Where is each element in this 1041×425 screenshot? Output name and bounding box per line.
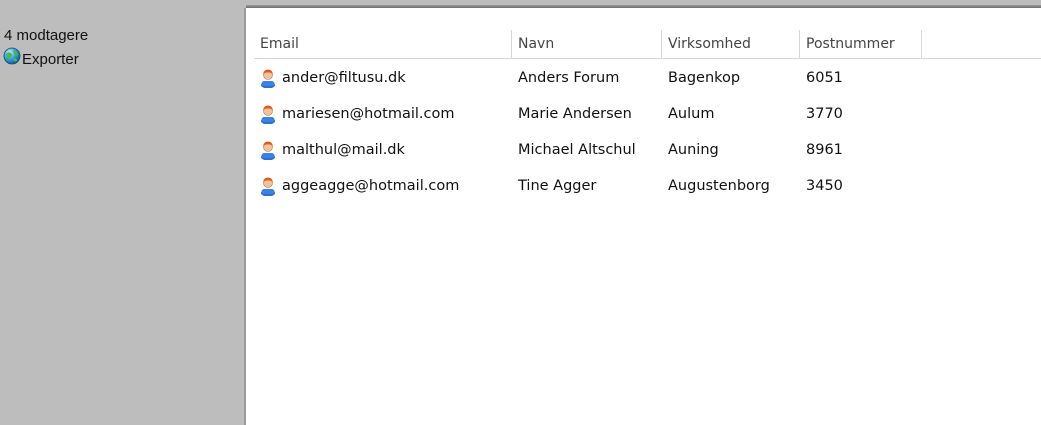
export-button[interactable]: Exporter xyxy=(3,47,79,70)
company-cell: Bagenkop xyxy=(668,70,741,86)
company-cell: Aulum xyxy=(668,106,715,122)
email-text: malthul@mail.dk xyxy=(282,142,405,158)
postcode-cell: 3770 xyxy=(806,106,843,122)
column-header-postnummer[interactable]: Postnummer xyxy=(800,30,922,58)
column-header-virksomhed[interactable]: Virksomhed xyxy=(662,30,800,58)
table-header: Email Navn Virksomhed Postnummer xyxy=(254,30,1041,59)
person-icon xyxy=(261,105,275,124)
globe-icon xyxy=(3,47,21,65)
name-cell: Tine Agger xyxy=(518,178,597,194)
column-header-navn[interactable]: Navn xyxy=(512,30,662,58)
person-icon xyxy=(261,141,275,160)
sidebar-panel: 4 modtagere Exporter xyxy=(0,0,246,425)
person-icon xyxy=(261,177,275,196)
table-row[interactable]: aggeagge@hotmail.com Tine Agger Augusten… xyxy=(254,168,1041,204)
postcode-cell: 8961 xyxy=(806,142,843,158)
postcode-cell: 3450 xyxy=(806,178,843,194)
export-label: Exporter xyxy=(22,50,79,68)
table-body: ander@filtusu.dk Anders Forum Bagenkop 6… xyxy=(254,60,1041,204)
recipient-list: Email Navn Virksomhed Postnummer ander@f… xyxy=(246,8,1041,425)
company-cell: Augustenborg xyxy=(668,178,770,194)
column-header-email[interactable]: Email xyxy=(254,30,512,58)
person-icon xyxy=(261,69,275,88)
top-strip xyxy=(246,0,1041,8)
postcode-cell: 6051 xyxy=(806,70,843,86)
name-cell: Anders Forum xyxy=(518,70,620,86)
column-header-filler xyxy=(922,30,1041,58)
company-cell: Auning xyxy=(668,142,719,158)
name-cell: Michael Altschul xyxy=(518,142,636,158)
table-row[interactable]: mariesen@hotmail.com Marie Andersen Aulu… xyxy=(254,96,1041,132)
table-row[interactable]: ander@filtusu.dk Anders Forum Bagenkop 6… xyxy=(254,60,1041,96)
email-text: ander@filtusu.dk xyxy=(282,70,406,86)
table-row[interactable]: malthul@mail.dk Michael Altschul Auning … xyxy=(254,132,1041,168)
email-text: aggeagge@hotmail.com xyxy=(282,178,460,194)
name-cell: Marie Andersen xyxy=(518,106,632,122)
recipient-count: 4 modtagere xyxy=(4,27,89,44)
email-text: mariesen@hotmail.com xyxy=(282,106,455,122)
